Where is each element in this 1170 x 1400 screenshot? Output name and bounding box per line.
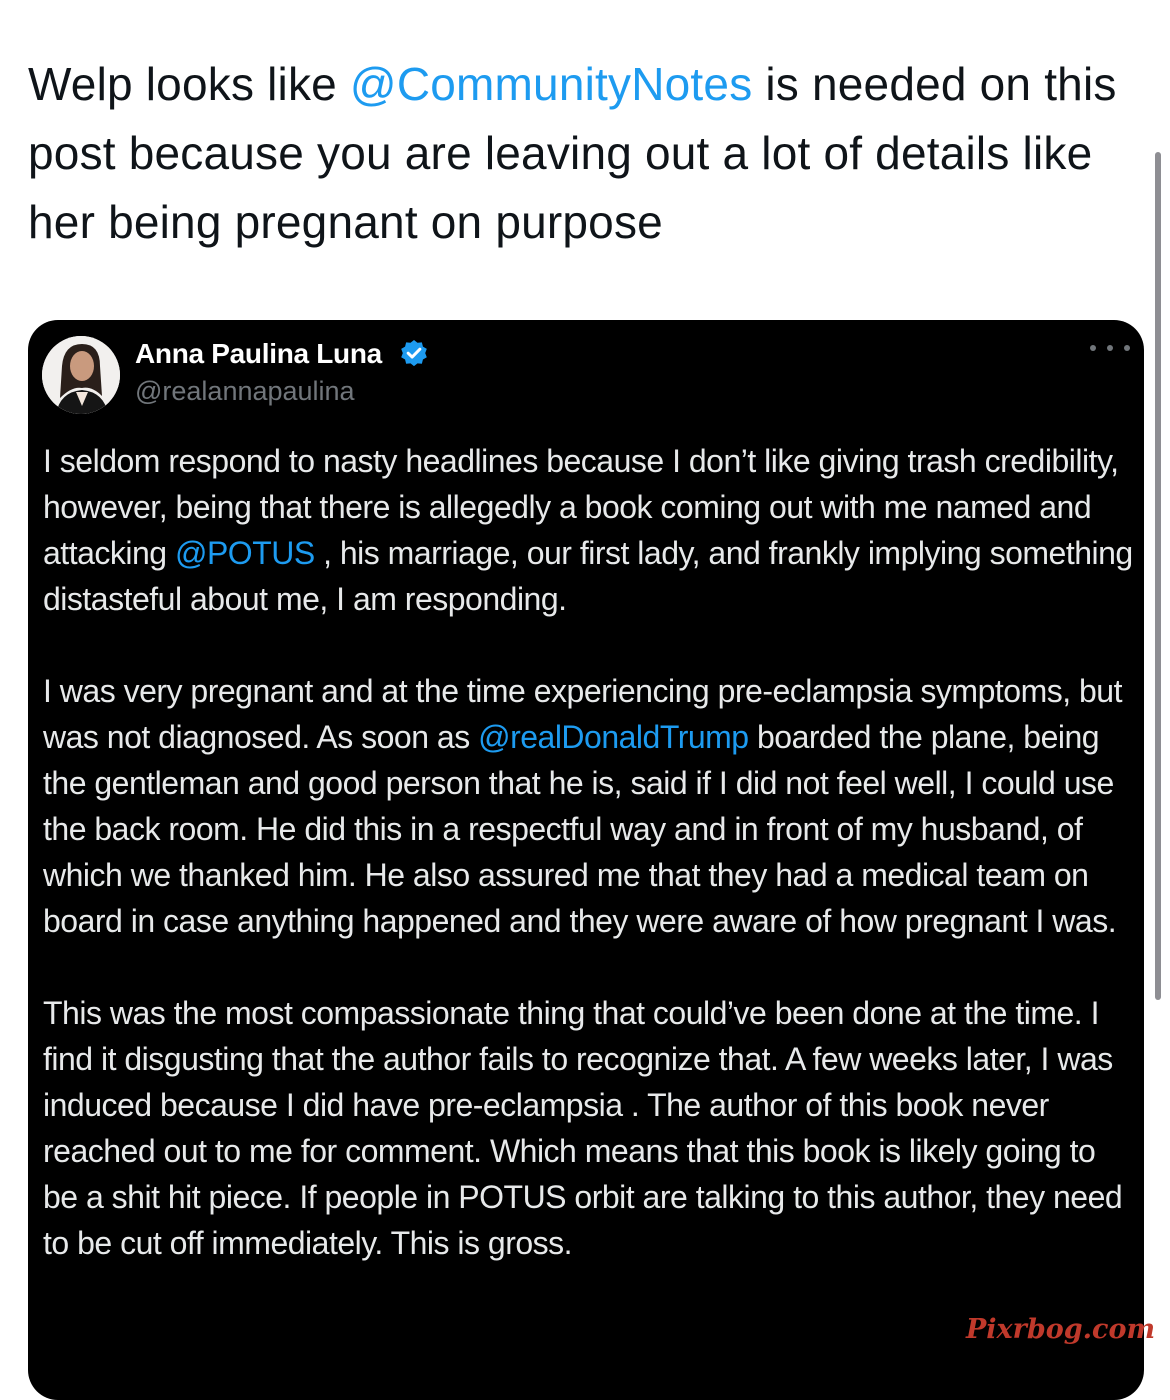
more-dot <box>1124 345 1130 351</box>
realdonaldtrump-mention-link[interactable]: @realDonaldTrump <box>478 719 749 755</box>
author-handle[interactable]: @realannapaulina <box>135 376 355 407</box>
post-paragraph-3: This was the most compassionate thing th… <box>43 995 1123 1261</box>
scrollbar[interactable] <box>1155 152 1161 1000</box>
post-body: I seldom respond to nasty headlines beca… <box>43 438 1138 1266</box>
more-dot <box>1107 345 1113 351</box>
more-dot <box>1090 345 1096 351</box>
more-options-icon[interactable] <box>1090 336 1130 360</box>
watermark: Pixrbog.com <box>966 1314 1156 1345</box>
avatar-image <box>42 336 120 414</box>
post-paragraph-2: I was very pregnant and at the time expe… <box>43 668 1138 944</box>
author-name[interactable]: Anna Paulina Luna <box>135 338 382 370</box>
community-notes-mention-link[interactable]: @CommunityNotes <box>350 58 752 110</box>
verified-badge-icon <box>401 340 427 367</box>
reply-tweet-text: Welp looks like @CommunityNotes is neede… <box>28 50 1138 257</box>
reply-text-before: Welp looks like <box>28 58 350 110</box>
quoted-post-card[interactable]: Anna Paulina Luna @realannapaulina I sel… <box>28 320 1144 1400</box>
avatar[interactable] <box>42 336 120 414</box>
post-paragraph-1: I seldom respond to nasty headlines beca… <box>43 438 1138 622</box>
potus-mention-link[interactable]: @POTUS <box>175 535 315 571</box>
